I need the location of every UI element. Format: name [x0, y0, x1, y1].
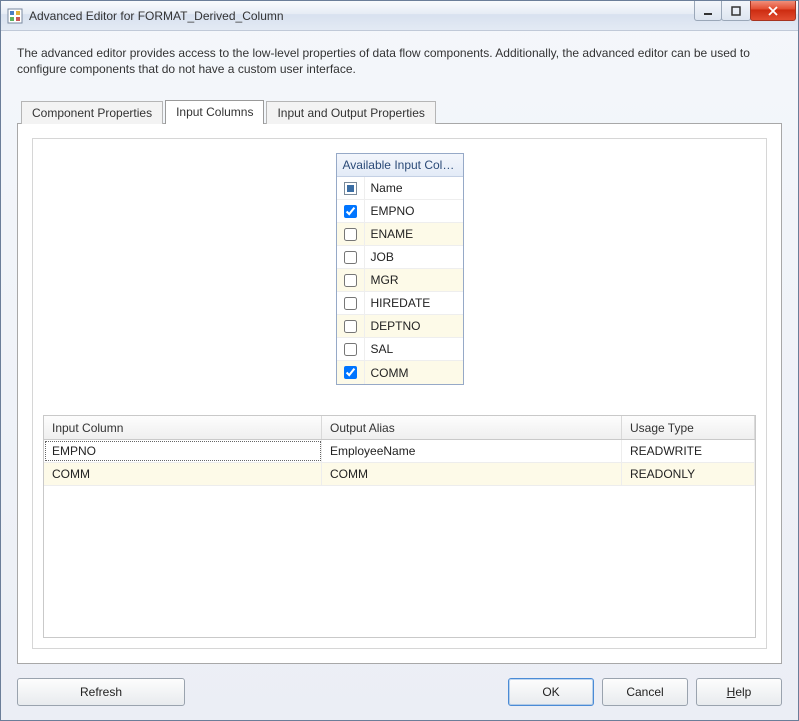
available-column-checkbox[interactable]: [344, 205, 357, 218]
titlebar[interactable]: Advanced Editor for FORMAT_Derived_Colum…: [1, 1, 798, 31]
available-column-label: MGR: [365, 273, 405, 287]
select-all-checkbox[interactable]: [344, 182, 357, 195]
available-column-row[interactable]: DEPTNO: [337, 315, 463, 338]
available-column-row[interactable]: ENAME: [337, 223, 463, 246]
available-columns-header[interactable]: Available Input Colu...: [337, 154, 463, 177]
inner-group: Available Input Colu... Name EMPNO: [32, 138, 767, 649]
available-column-label: COMM: [365, 366, 415, 380]
grid-cell-input[interactable]: EMPNO: [44, 440, 322, 462]
available-column-checkbox[interactable]: [344, 228, 357, 241]
help-button-label-rest: elp: [735, 685, 751, 699]
dialog-buttons: Refresh OK Cancel Help: [17, 664, 782, 706]
grid-cell-alias[interactable]: EmployeeName: [322, 440, 622, 462]
available-column-label: DEPTNO: [365, 319, 427, 333]
available-column-row[interactable]: EMPNO: [337, 200, 463, 223]
cancel-button[interactable]: Cancel: [602, 678, 688, 706]
window-controls: [695, 1, 798, 30]
grid-cell-usage[interactable]: READONLY: [622, 463, 755, 485]
available-columns-area: Available Input Colu... Name EMPNO: [43, 149, 756, 415]
dialog-window: Advanced Editor for FORMAT_Derived_Colum…: [0, 0, 799, 721]
close-button[interactable]: [750, 1, 796, 21]
grid-cell-usage[interactable]: READWRITE: [622, 440, 755, 462]
available-column-row[interactable]: MGR: [337, 269, 463, 292]
tabs: Component Properties Input Columns Input…: [17, 99, 782, 123]
available-column-label: HIREDATE: [365, 296, 437, 310]
table-row[interactable]: EMPNO EmployeeName READWRITE: [44, 440, 755, 463]
available-column-label: JOB: [365, 250, 400, 264]
grid-cell-alias[interactable]: COMM: [322, 463, 622, 485]
available-columns-name-row: Name: [337, 177, 463, 200]
available-column-checkbox[interactable]: [344, 274, 357, 287]
available-columns-name-header: Name: [365, 181, 409, 195]
spacer: [193, 678, 500, 706]
available-column-label: EMPNO: [365, 204, 421, 218]
maximize-button[interactable]: [721, 1, 751, 21]
dialog-body: The advanced editor provides access to t…: [1, 31, 798, 720]
tab-component-properties[interactable]: Component Properties: [21, 101, 163, 124]
minimize-button[interactable]: [694, 1, 722, 21]
grid-header-output-alias[interactable]: Output Alias: [322, 416, 622, 439]
available-column-checkbox[interactable]: [344, 251, 357, 264]
tab-input-output-properties[interactable]: Input and Output Properties: [266, 101, 435, 124]
tab-input-columns[interactable]: Input Columns: [165, 100, 264, 124]
available-column-row[interactable]: COMM: [337, 361, 463, 384]
available-column-checkbox[interactable]: [344, 297, 357, 310]
window-title: Advanced Editor for FORMAT_Derived_Colum…: [29, 9, 695, 23]
available-column-checkbox[interactable]: [344, 366, 357, 379]
refresh-button[interactable]: Refresh: [17, 678, 185, 706]
available-columns-list: Available Input Colu... Name EMPNO: [336, 153, 464, 385]
grid-header-row: Input Column Output Alias Usage Type: [44, 416, 755, 440]
available-column-row[interactable]: HIREDATE: [337, 292, 463, 315]
available-column-row[interactable]: JOB: [337, 246, 463, 269]
grid-header-usage-type[interactable]: Usage Type: [622, 416, 755, 439]
dialog-description: The advanced editor provides access to t…: [17, 45, 782, 77]
available-column-checkbox[interactable]: [344, 343, 357, 356]
ok-button[interactable]: OK: [508, 678, 594, 706]
help-button[interactable]: Help: [696, 678, 782, 706]
available-column-row[interactable]: SAL: [337, 338, 463, 361]
app-icon: [7, 8, 23, 24]
available-column-label: SAL: [365, 342, 400, 356]
grid-header-input-column[interactable]: Input Column: [44, 416, 322, 439]
tab-panel-input-columns: Available Input Colu... Name EMPNO: [17, 123, 782, 664]
grid-cell-input[interactable]: COMM: [44, 463, 322, 485]
selected-columns-grid[interactable]: Input Column Output Alias Usage Type EMP…: [43, 415, 756, 638]
available-column-checkbox[interactable]: [344, 320, 357, 333]
table-row[interactable]: COMM COMM READONLY: [44, 463, 755, 486]
available-column-label: ENAME: [365, 227, 420, 241]
